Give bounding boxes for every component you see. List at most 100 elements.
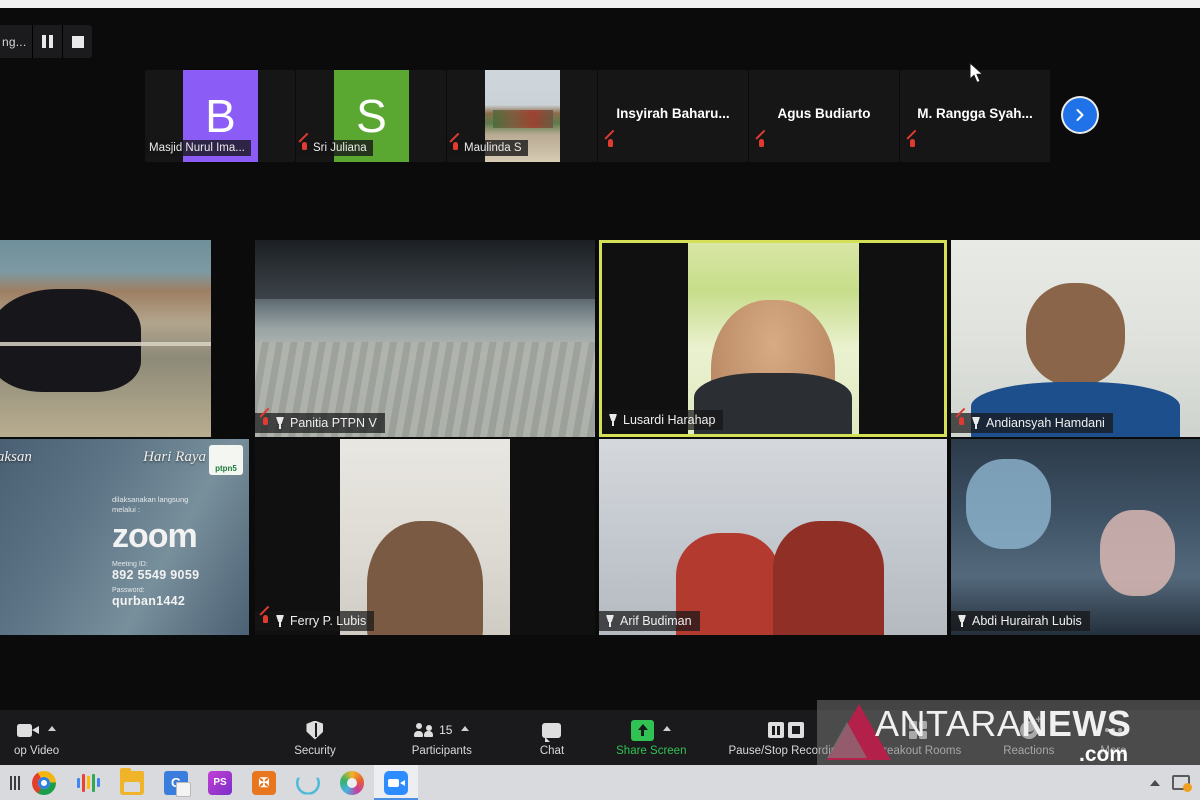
chevron-up-icon[interactable]	[461, 725, 470, 731]
slide-script-right: Hari Raya	[143, 449, 206, 465]
participant-name: Agus Budiarto	[777, 106, 871, 121]
thumbnail-name-label	[757, 138, 766, 156]
participant-name: Arif Budiman	[620, 614, 692, 628]
chevron-right-icon	[1076, 109, 1084, 121]
taskbar-item-google-translate[interactable]: G	[154, 765, 198, 800]
recording-control-bar: ng...	[0, 25, 93, 58]
video-tile[interactable]: Abdi Hurairah Lubis	[951, 439, 1200, 635]
folder-icon	[120, 767, 144, 795]
slide-line2: melalui :	[112, 505, 140, 515]
participant-name: M. Rangga Syah...	[917, 106, 1033, 121]
stop-recording-button[interactable]	[62, 25, 92, 58]
google-translate-icon: G	[164, 770, 191, 797]
filmstrip-thumbnail[interactable]: B Masjid Nurul Ima...	[145, 70, 295, 162]
watermark-news: NEWS	[1021, 703, 1132, 744]
filmstrip-thumbnail[interactable]: Maulinda S	[447, 70, 597, 162]
password-label: Password:	[112, 587, 145, 595]
pin-icon	[608, 414, 618, 426]
slide-line1: dilaksanakan langsung	[112, 495, 189, 504]
shield-icon	[306, 718, 324, 742]
video-stream	[255, 240, 595, 437]
taskbar-item-cloud[interactable]	[286, 765, 330, 800]
taskbar-item-zoom[interactable]	[374, 765, 418, 800]
share-screen-button[interactable]: Share Screen	[606, 710, 696, 765]
notification-icon[interactable]	[1172, 775, 1192, 792]
video-tile[interactable]: Arif Budiman	[599, 439, 947, 635]
participants-button[interactable]: 15 Participants	[402, 710, 482, 765]
zoom-meeting-window: ng... B Masjid Nurul Ima... S Sri Julian…	[0, 0, 1200, 800]
participant-name: Lusardi Harahap	[623, 413, 716, 427]
taskbar-item-xmind[interactable]: ✠	[242, 765, 286, 800]
participant-name: Andiansyah Hamdani	[986, 416, 1105, 430]
chevron-up-icon[interactable]	[663, 725, 672, 731]
participant-name: Masjid Nurul Ima...	[149, 142, 245, 154]
participant-name: Insyirah Baharu...	[616, 106, 730, 121]
mic-muted-icon	[908, 139, 917, 151]
windows-taskbar: G PS ✠	[0, 765, 1200, 800]
pin-icon	[605, 615, 615, 627]
mic-muted-icon	[451, 142, 460, 154]
recording-status-label: ng...	[2, 34, 27, 49]
filmstrip-thumbnail[interactable]: S Sri Juliana	[296, 70, 446, 162]
pin-icon	[957, 615, 967, 627]
pause-recording-button[interactable]	[32, 25, 62, 58]
video-stream	[599, 439, 947, 635]
participant-name: Sri Juliana	[313, 142, 367, 154]
tile-name-label: Lusardi Harahap	[602, 410, 724, 430]
pin-icon	[275, 615, 285, 627]
mic-muted-icon	[261, 417, 270, 429]
antara-triangle-inner	[827, 722, 867, 758]
show-hidden-icons-caret[interactable]	[1150, 779, 1160, 786]
chevron-up-icon[interactable]	[48, 725, 57, 731]
filmstrip-thumbnail[interactable]: Insyirah Baharu...	[598, 70, 748, 162]
video-tile[interactable]: Ferry P. Lubis	[255, 439, 595, 635]
mic-muted-icon	[957, 417, 966, 429]
cloud-icon	[296, 778, 320, 795]
slide-zoom-brand: zoom	[112, 517, 198, 556]
chat-bubble-icon	[542, 718, 562, 742]
slide-body: dilaksanakan langsung melalui : zoom Mee…	[112, 495, 242, 613]
video-grid: Panitia PTPN V Lusardi Harahap Andiansya…	[0, 240, 1200, 635]
thumbnail-name-label: Masjid Nurul Ima...	[145, 140, 251, 156]
taskbar-item-photos[interactable]	[330, 765, 374, 800]
pause-icon	[42, 35, 54, 48]
chrome-icon	[32, 770, 56, 795]
mic-muted-icon	[300, 142, 309, 154]
filmstrip-thumbnail[interactable]: Agus Budiarto	[749, 70, 899, 162]
participant-name: Abdi Hurairah Lubis	[972, 614, 1082, 628]
chat-button[interactable]: Chat	[530, 710, 574, 765]
meeting-id-label: Meeting ID:	[112, 561, 148, 569]
mic-muted-icon	[606, 139, 615, 151]
video-tile-shared-slide[interactable]: ptpn5 elaksan Hari Raya dilaksanakan lan…	[0, 439, 249, 635]
slide-script-text: elaksan Hari Raya	[0, 449, 206, 466]
participant-name: Panitia PTPN V	[290, 416, 377, 430]
stop-video-button[interactable]: op Video	[4, 710, 69, 765]
start-button[interactable]	[0, 775, 22, 790]
pause-stop-recording-icon	[768, 718, 804, 742]
xmind-icon: ✠	[252, 770, 276, 795]
taskbar-item-chrome[interactable]	[22, 765, 66, 800]
tile-name-label: Panitia PTPN V	[255, 413, 385, 433]
video-tile[interactable]	[0, 240, 211, 437]
watermark-antara: ANTARA	[875, 703, 1022, 744]
taskbar-item-photoscape[interactable]: PS	[198, 765, 242, 800]
security-button[interactable]: Security	[284, 710, 346, 765]
next-page-button[interactable]	[1063, 98, 1097, 132]
tile-name-label: Ferry P. Lubis	[255, 611, 375, 631]
meeting-id-value: 892 5549 9059	[112, 568, 200, 583]
video-tile[interactable]: Panitia PTPN V	[255, 240, 595, 437]
share-screen-icon	[631, 718, 672, 742]
video-tile-active-speaker[interactable]: Lusardi Harahap	[599, 240, 947, 437]
video-stream	[951, 240, 1200, 437]
share-screen-label: Share Screen	[616, 745, 687, 757]
taskbar-item-audacity[interactable]	[66, 765, 110, 800]
slide-script-left: elaksan	[0, 449, 32, 465]
tile-name-label: Abdi Hurairah Lubis	[951, 611, 1090, 631]
video-tile[interactable]: Andiansyah Hamdani	[951, 240, 1200, 437]
video-stream	[687, 243, 859, 434]
participant-name: Ferry P. Lubis	[290, 614, 367, 628]
taskbar-item-file-explorer[interactable]	[110, 765, 154, 800]
ptpn5-logo: ptpn5	[209, 445, 243, 475]
audio-waveform-icon	[76, 771, 100, 795]
people-icon: 15	[414, 718, 470, 742]
